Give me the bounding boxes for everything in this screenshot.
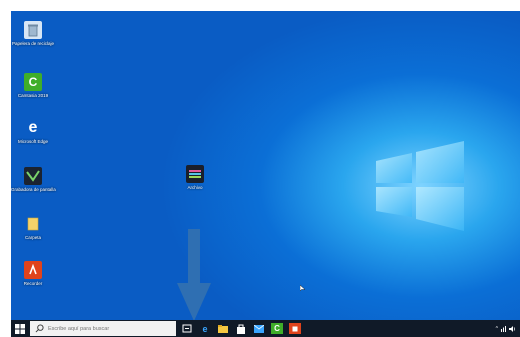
camtasia-icon[interactable]: C <box>271 323 283 334</box>
file-icon <box>186 165 204 183</box>
volume-icon[interactable] <box>509 325 516 332</box>
start-button[interactable] <box>15 324 25 334</box>
screen-recorder-icon <box>24 167 42 185</box>
desktop-icon-camtasia[interactable]: C Camtasia 2019 <box>11 73 55 98</box>
desktop[interactable]: Papelera de reciclaje C Camtasia 2019 e … <box>11 11 520 321</box>
taskbar-search-box[interactable] <box>30 321 176 336</box>
mouse-cursor <box>300 285 305 291</box>
desktop-icon-label: Microsoft Edge <box>17 139 48 144</box>
desktop-icon-label: Archivo <box>187 185 203 190</box>
search-icon <box>35 324 44 333</box>
file-explorer-icon[interactable] <box>217 323 229 334</box>
chevron-up-icon[interactable]: ^ <box>496 326 498 332</box>
desktop-icon-edge[interactable]: e Microsoft Edge <box>11 119 55 144</box>
desktop-icon-file[interactable]: Archivo <box>173 165 217 190</box>
edge-icon: e <box>28 119 38 136</box>
camtasia-icon: C <box>24 73 42 91</box>
task-view-icon[interactable] <box>181 323 193 334</box>
recorder-app-icon <box>24 261 42 279</box>
store-icon[interactable] <box>235 323 247 334</box>
desktop-icon-recycle-bin[interactable]: Papelera de reciclaje <box>11 21 55 46</box>
taskbar: e C ^ <box>11 320 520 337</box>
desktop-icon-label: Papelera de reciclaje <box>11 41 55 46</box>
desktop-icon-label: Carpeta <box>24 235 41 240</box>
desktop-icon-label: Grabadora de pantalla <box>11 187 56 192</box>
network-icon[interactable] <box>501 325 506 332</box>
desktop-icon-recorder[interactable]: Recorder <box>11 261 55 286</box>
screenshot-frame: Papelera de reciclaje C Camtasia 2019 e … <box>0 0 520 337</box>
desktop-icon-screen-recorder[interactable]: Grabadora de pantalla <box>11 167 56 192</box>
annotation-arrow-down <box>177 229 211 321</box>
desktop-icon-label: Recorder <box>23 281 43 286</box>
search-input[interactable] <box>44 325 168 332</box>
edge-icon[interactable]: e <box>199 323 211 334</box>
recycle-bin-icon <box>24 21 42 39</box>
recorder-app-icon[interactable] <box>289 323 301 334</box>
system-tray: ^ <box>496 320 516 337</box>
desktop-icon-label: Camtasia 2019 <box>17 93 49 98</box>
folder-icon <box>24 215 42 233</box>
mail-icon[interactable] <box>253 323 265 334</box>
windows-wallpaper-logo <box>376 141 464 231</box>
desktop-icon-folder[interactable]: Carpeta <box>11 215 55 240</box>
